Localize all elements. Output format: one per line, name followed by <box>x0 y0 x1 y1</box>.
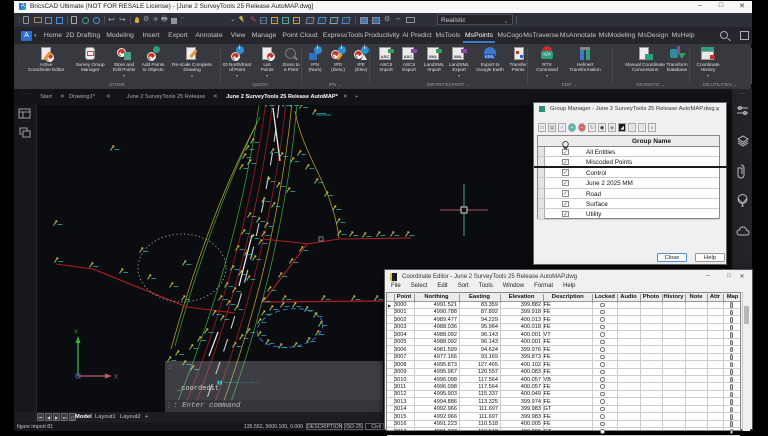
svg-text:X: X <box>114 375 118 381</box>
svg-text:Y: Y <box>74 330 78 336</box>
